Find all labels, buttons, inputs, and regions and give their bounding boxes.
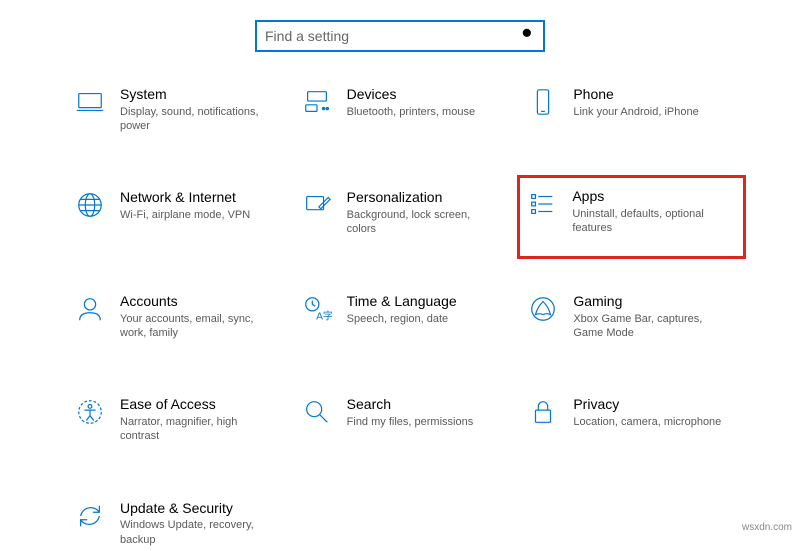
- tile-text: Update & Security Windows Update, recove…: [120, 500, 270, 547]
- tile-desc: Background, lock screen, colors: [347, 208, 497, 237]
- tile-title: Personalization: [347, 189, 497, 206]
- tile-search[interactable]: Search Find my files, permissions: [297, 392, 514, 447]
- tile-devices[interactable]: Devices Bluetooth, printers, mouse: [297, 82, 514, 137]
- svg-text:A字: A字: [316, 309, 332, 322]
- tile-desc: Location, camera, microphone: [573, 415, 721, 429]
- tile-time-language[interactable]: A字 Time & Language Speech, region, date: [297, 289, 514, 344]
- tile-desc: Narrator, magnifier, high contrast: [120, 415, 270, 444]
- tile-text: Devices Bluetooth, printers, mouse: [347, 86, 475, 119]
- search-input[interactable]: [265, 28, 521, 44]
- accounts-icon: [74, 293, 106, 325]
- tile-title: Network & Internet: [120, 189, 250, 206]
- tile-text: Network & Internet Wi-Fi, airplane mode,…: [120, 189, 250, 222]
- tile-desc: Wi-Fi, airplane mode, VPN: [120, 208, 250, 222]
- search-wrap: [0, 0, 800, 82]
- tile-desc: Your accounts, email, sync, work, family: [120, 312, 270, 341]
- time-language-icon: A字: [301, 293, 333, 325]
- tile-title: Privacy: [573, 396, 721, 413]
- tile-title: Accounts: [120, 293, 270, 310]
- tile-title: System: [120, 86, 270, 103]
- tile-system[interactable]: System Display, sound, notifications, po…: [70, 82, 287, 137]
- tile-text: Phone Link your Android, iPhone: [573, 86, 698, 119]
- tile-privacy[interactable]: Privacy Location, camera, microphone: [523, 392, 740, 447]
- devices-icon: [301, 86, 333, 118]
- tile-text: Personalization Background, lock screen,…: [347, 189, 497, 236]
- tile-title: Gaming: [573, 293, 723, 310]
- tile-desc: Uninstall, defaults, optional features: [572, 207, 722, 236]
- tile-desc: Bluetooth, printers, mouse: [347, 105, 475, 119]
- tile-gaming[interactable]: Gaming Xbox Game Bar, captures, Game Mod…: [523, 289, 740, 344]
- globe-icon: [74, 189, 106, 221]
- tile-desc: Windows Update, recovery, backup: [120, 518, 270, 547]
- tile-title: Update & Security: [120, 500, 270, 517]
- tile-update-security[interactable]: Update & Security Windows Update, recove…: [70, 496, 287, 551]
- tile-text: Gaming Xbox Game Bar, captures, Game Mod…: [573, 293, 723, 340]
- tile-desc: Display, sound, notifications, power: [120, 105, 270, 134]
- tile-desc: Find my files, permissions: [347, 415, 474, 429]
- tile-text: Privacy Location, camera, microphone: [573, 396, 721, 429]
- tile-title: Phone: [573, 86, 698, 103]
- attribution: wsxdn.com: [742, 522, 792, 533]
- tile-desc: Speech, region, date: [347, 312, 457, 326]
- search-icon: [521, 27, 535, 46]
- tile-title: Time & Language: [347, 293, 457, 310]
- ease-of-access-icon: [74, 396, 106, 428]
- tile-ease-of-access[interactable]: Ease of Access Narrator, magnifier, high…: [70, 392, 287, 447]
- tile-desc: Link your Android, iPhone: [573, 105, 698, 119]
- tile-title: Ease of Access: [120, 396, 270, 413]
- tile-text: Ease of Access Narrator, magnifier, high…: [120, 396, 270, 443]
- tile-phone[interactable]: Phone Link your Android, iPhone: [523, 82, 740, 137]
- tile-personalization[interactable]: Personalization Background, lock screen,…: [297, 185, 514, 240]
- phone-icon: [527, 86, 559, 118]
- tile-text: Apps Uninstall, defaults, optional featu…: [572, 188, 722, 235]
- lock-icon: [527, 396, 559, 428]
- tile-title: Search: [347, 396, 474, 413]
- system-icon: [74, 86, 106, 118]
- tile-text: System Display, sound, notifications, po…: [120, 86, 270, 133]
- tile-text: Time & Language Speech, region, date: [347, 293, 457, 326]
- gaming-icon: [527, 293, 559, 325]
- search-tile-icon: [301, 396, 333, 428]
- tile-network[interactable]: Network & Internet Wi-Fi, airplane mode,…: [70, 185, 287, 240]
- tile-desc: Xbox Game Bar, captures, Game Mode: [573, 312, 723, 341]
- update-icon: [74, 500, 106, 532]
- search-box[interactable]: [255, 20, 545, 52]
- personalization-icon: [301, 189, 333, 221]
- tile-title: Devices: [347, 86, 475, 103]
- apps-icon: [526, 188, 558, 220]
- tile-apps[interactable]: Apps Uninstall, defaults, optional featu…: [517, 175, 746, 258]
- settings-grid: System Display, sound, notifications, po…: [0, 82, 800, 551]
- tile-text: Accounts Your accounts, email, sync, wor…: [120, 293, 270, 340]
- tile-text: Search Find my files, permissions: [347, 396, 474, 429]
- tile-title: Apps: [572, 188, 722, 205]
- tile-accounts[interactable]: Accounts Your accounts, email, sync, wor…: [70, 289, 287, 344]
